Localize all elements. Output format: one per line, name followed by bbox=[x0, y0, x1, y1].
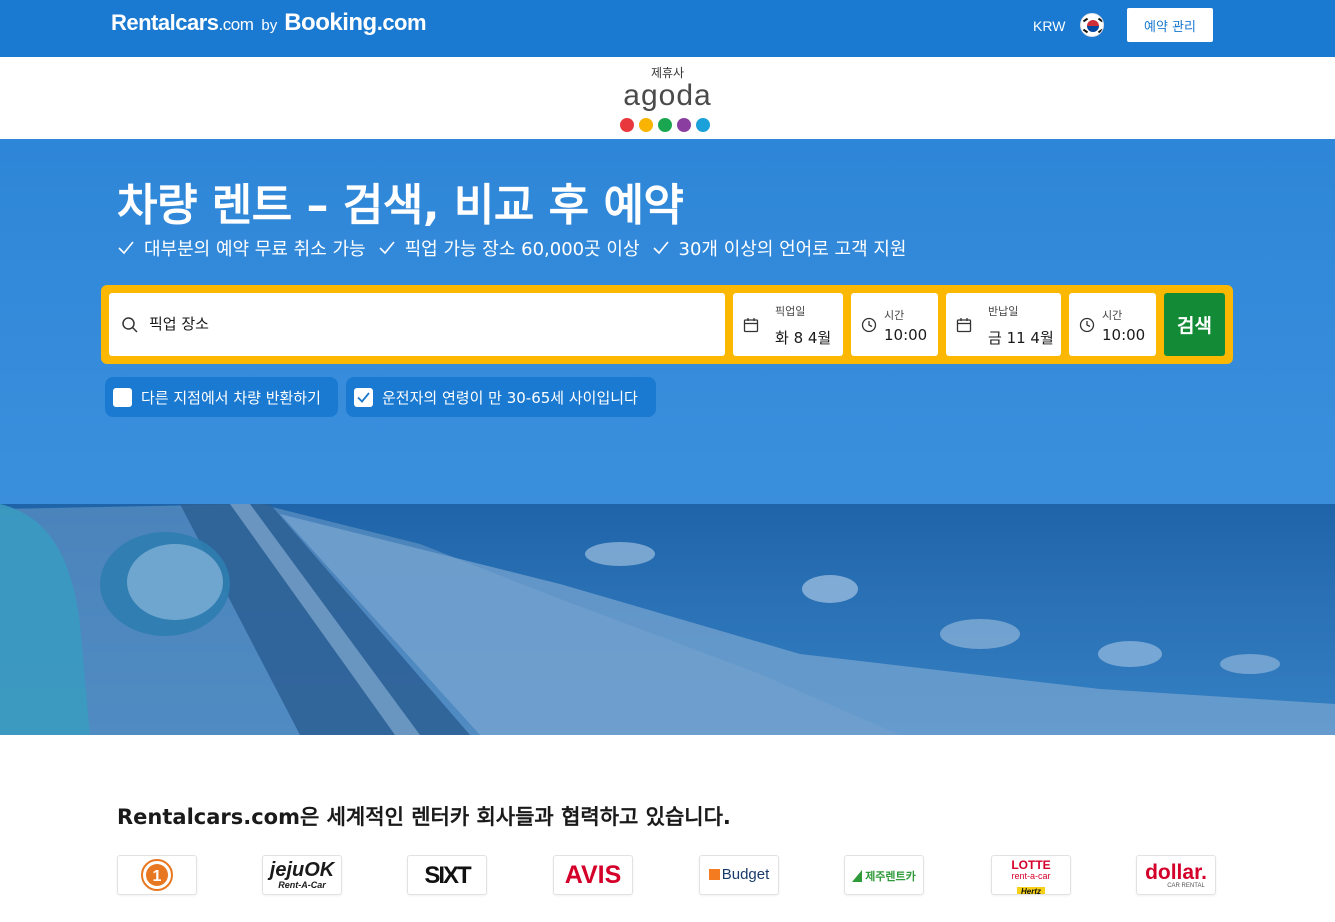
logo-text: AVIS bbox=[564, 861, 622, 889]
pickup-location-field[interactable] bbox=[109, 293, 725, 356]
pickup-time-value: 10:00 bbox=[884, 326, 928, 344]
hero-title: 차량 렌트 – 검색, 비교 후 예약 bbox=[117, 180, 684, 231]
supplier-logo-sixt[interactable]: SIXT bbox=[407, 855, 487, 895]
no1-rentcar-logo-icon: 1 bbox=[141, 859, 173, 891]
brand-name: Rentalcars bbox=[111, 10, 219, 35]
check-icon bbox=[118, 241, 134, 255]
supplier-logo-jeju-rentcar[interactable]: 제주렌트카 bbox=[844, 855, 924, 895]
logo-text: jejuOK bbox=[269, 859, 335, 881]
manage-booking-button[interactable]: 예약 관리 bbox=[1127, 8, 1213, 42]
driver-age-label: 운전자의 연령이 만 30-65세 사이입니다 bbox=[382, 388, 638, 407]
return-date-field[interactable]: 반납일 금 11 4월 bbox=[946, 293, 1061, 356]
jeju-mark-icon bbox=[852, 870, 863, 882]
brand-by: by bbox=[261, 17, 278, 34]
korea-flag-icon[interactable] bbox=[1080, 13, 1104, 37]
pickup-date-label: 픽업일 bbox=[775, 305, 806, 318]
brand-logo[interactable]: Rentalcars.com by Booking.com bbox=[111, 9, 427, 37]
agoda-dot bbox=[620, 118, 634, 132]
check-icon bbox=[379, 241, 395, 255]
logo-text: Budget bbox=[721, 866, 770, 883]
pickup-time-field[interactable]: 시간 10:00 bbox=[851, 293, 938, 356]
return-date-value: 금 11 4월 bbox=[988, 329, 1054, 347]
brand-suffix: .com bbox=[218, 15, 254, 34]
perk-item: 픽업 가능 장소 60,000곳 이상 bbox=[378, 235, 640, 261]
agoda-dot bbox=[658, 118, 672, 132]
logo-subtext: CAR RENTAL bbox=[1167, 883, 1205, 889]
agoda-dots bbox=[620, 118, 710, 132]
perk-text: 픽업 가능 장소 60,000곳 이상 bbox=[404, 239, 640, 260]
pickup-date-value: 화 8 4월 bbox=[775, 329, 832, 347]
logo-text: 제주렌트카 bbox=[865, 871, 916, 883]
supplier-logo-dollar[interactable]: dollar. CAR RENTAL bbox=[1136, 855, 1216, 895]
search-panel: 픽업일 화 8 4월 시간 10:00 반납일 금 11 4월 시간 10:00… bbox=[101, 285, 1233, 364]
calendar-icon bbox=[956, 318, 972, 333]
perk-item: 30개 이상의 언어로 고객 지원 bbox=[652, 235, 907, 261]
top-header: Rentalcars.com by Booking.com KRW 예약 관리 bbox=[0, 0, 1335, 57]
return-time-value: 10:00 bbox=[1102, 326, 1146, 344]
different-return-label: 다른 지점에서 차량 반환하기 bbox=[141, 388, 321, 407]
different-return-option[interactable]: 다른 지점에서 차량 반환하기 bbox=[105, 377, 338, 417]
supplier-logo-lotte[interactable]: LOTTE rent-a-car Hertz bbox=[991, 855, 1071, 895]
hero-section: 차량 렌트 – 검색, 비교 후 예약 대부분의 예약 무료 취소 가능 픽업 … bbox=[0, 139, 1335, 735]
logo-text: 1 bbox=[153, 868, 162, 885]
calendar-icon bbox=[743, 318, 759, 333]
perks-list: 대부분의 예약 무료 취소 가능 픽업 가능 장소 60,000곳 이상 30개… bbox=[117, 235, 906, 261]
return-date-label: 반납일 bbox=[988, 305, 1019, 318]
pickup-time-label: 시간 bbox=[884, 309, 905, 322]
supplier-logo-1[interactable]: 1 bbox=[117, 855, 197, 895]
clock-icon bbox=[1079, 317, 1095, 333]
supplier-logo-budget[interactable]: Budget bbox=[699, 855, 779, 895]
clock-icon bbox=[861, 317, 877, 333]
search-icon bbox=[122, 317, 138, 333]
agoda-dot bbox=[639, 118, 653, 132]
perk-text: 대부분의 예약 무료 취소 가능 bbox=[144, 239, 366, 260]
currency-selector[interactable]: KRW bbox=[1033, 18, 1065, 34]
return-time-field[interactable]: 시간 10:00 bbox=[1069, 293, 1156, 356]
logo-text: LOTTE bbox=[1011, 858, 1051, 872]
hero-coast-image bbox=[0, 504, 1335, 735]
perk-text: 30개 이상의 언어로 고객 지원 bbox=[678, 239, 907, 260]
logo-subtext: Rent-A-Car bbox=[278, 880, 326, 890]
search-button[interactable]: 검색 bbox=[1164, 293, 1225, 356]
logo-subtext: rent-a-car bbox=[1011, 871, 1051, 881]
booking-suffix: .com bbox=[376, 10, 427, 35]
agoda-logo: agoda bbox=[623, 79, 712, 112]
partner-band: 제휴사 agoda bbox=[0, 57, 1335, 139]
supplier-logo-avis[interactable]: AVIS bbox=[553, 855, 633, 895]
pickup-date-field[interactable]: 픽업일 화 8 4월 bbox=[733, 293, 843, 356]
logo-text: dollar. bbox=[1145, 861, 1207, 884]
checkmark-icon bbox=[357, 391, 370, 403]
different-return-checkbox[interactable] bbox=[113, 387, 132, 407]
booking-name: Booking bbox=[284, 9, 377, 36]
partners-title: Rentalcars.com은 세계적인 렌터카 회사들과 협력하고 있습니다. bbox=[117, 805, 731, 829]
logo-text: SIXT bbox=[424, 862, 471, 889]
return-time-label: 시간 bbox=[1102, 309, 1123, 322]
perk-item: 대부분의 예약 무료 취소 가능 bbox=[117, 235, 366, 261]
budget-mark-icon bbox=[708, 869, 720, 880]
driver-age-option[interactable]: 운전자의 연령이 만 30-65세 사이입니다 bbox=[346, 377, 656, 417]
check-icon bbox=[652, 241, 669, 255]
agoda-dot bbox=[677, 118, 691, 132]
driver-age-checkbox[interactable] bbox=[354, 387, 373, 407]
supplier-logo-jejuok[interactable]: jejuOK Rent-A-Car bbox=[262, 855, 342, 895]
agoda-dot bbox=[696, 118, 710, 132]
hertz-badge: Hertz bbox=[1016, 887, 1045, 894]
pickup-location-input[interactable] bbox=[149, 309, 709, 339]
